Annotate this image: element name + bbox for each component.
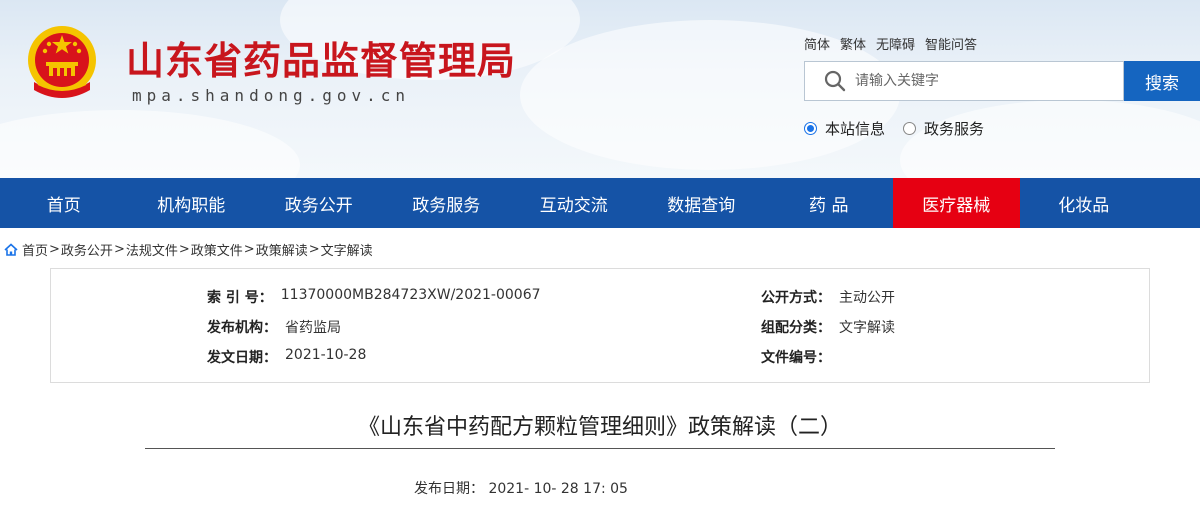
breadcrumb: 首页 > 政务公开 > 法规文件 > 政策文件 > 政策解读 > 文字解读: [4, 240, 373, 259]
nav-drugs[interactable]: 药 品: [765, 178, 893, 228]
nav-interaction[interactable]: 互动交流: [510, 178, 638, 228]
site-header: 山东省药品监督管理局 mpa.shandong.gov.cn 简体 繁体 无障碍…: [0, 0, 1200, 178]
radio-checked-icon: [804, 122, 817, 135]
home-icon: [4, 243, 18, 256]
meta-category-value: 文字解读: [839, 320, 895, 336]
site-domain: mpa.shandong.gov.cn: [132, 86, 411, 105]
header-cloud: [0, 110, 300, 178]
search-scope: 本站信息 政务服务: [804, 118, 984, 139]
meta-doc-no-label: 文件编号：: [761, 350, 831, 366]
breadcrumb-regulations[interactable]: 法规文件: [126, 240, 178, 259]
nav-gov-services[interactable]: 政务服务: [383, 178, 511, 228]
title-divider: [145, 448, 1055, 449]
meta-category-row: 组配分类： 文字解读: [761, 317, 895, 337]
smart-qa-link[interactable]: 智能问答: [925, 34, 977, 53]
meta-issue-date-row: 发文日期： 2021-10-28: [207, 347, 366, 367]
main-nav: 首页 机构职能 政务公开 政务服务 互动交流 数据查询 药 品 医疗器械 化妆品: [0, 178, 1200, 228]
meta-index-label: 索 引 号：: [207, 290, 273, 306]
site-title[interactable]: 山东省药品监督管理局: [126, 30, 516, 85]
scope-site-info-radio[interactable]: 本站信息: [804, 118, 885, 139]
national-emblem-icon: [28, 26, 96, 98]
document-meta-box: 索 引 号： 11370000MB284723XW/2021-00067 发布机…: [50, 268, 1150, 383]
search-input[interactable]: [855, 63, 1115, 99]
meta-disclosure-label: 公开方式：: [761, 290, 831, 306]
breadcrumb-separator: >: [49, 242, 60, 257]
article-title: 《山东省中药配方颗粒管理细则》政策解读（二）: [357, 415, 842, 440]
nav-gov-affairs-public[interactable]: 政务公开: [255, 178, 383, 228]
breadcrumb-separator: >: [113, 242, 125, 257]
accessibility-link[interactable]: 无障碍: [876, 34, 915, 53]
breadcrumb-policy-docs[interactable]: 政策文件: [191, 240, 243, 259]
header-cloud: [900, 100, 1200, 178]
breadcrumb-separator: >: [308, 242, 320, 257]
search-icon: [824, 70, 846, 92]
scope-gov-service-label: 政务服务: [924, 120, 985, 138]
nav-medical-devices[interactable]: 医疗器械: [892, 178, 1020, 228]
breadcrumb-gov-affairs-public[interactable]: 政务公开: [61, 240, 113, 259]
nav-home[interactable]: 首页: [0, 178, 128, 228]
top-links: 简体 繁体 无障碍 智能问答: [804, 34, 977, 53]
meta-publisher-value: 省药监局: [285, 320, 341, 336]
radio-unchecked-icon: [903, 122, 917, 135]
scope-site-info-label: 本站信息: [825, 120, 886, 138]
nav-cosmetics[interactable]: 化妆品: [1020, 178, 1148, 228]
breadcrumb-text-interpretation[interactable]: 文字解读: [321, 240, 373, 259]
meta-publisher-row: 发布机构： 省药监局: [207, 317, 341, 337]
meta-publisher-label: 发布机构：: [207, 320, 277, 336]
breadcrumb-home[interactable]: 首页: [22, 240, 48, 259]
publish-date-label: 发布日期：: [414, 481, 484, 497]
search-box: [804, 61, 1124, 101]
simplified-chinese-link[interactable]: 简体: [804, 34, 830, 53]
breadcrumb-policy-interpretation[interactable]: 政策解读: [256, 240, 308, 259]
nav-data-query[interactable]: 数据查询: [638, 178, 766, 228]
scope-gov-service-radio[interactable]: 政务服务: [903, 118, 984, 139]
breadcrumb-separator: >: [243, 242, 255, 257]
meta-doc-no-row: 文件编号：: [761, 347, 839, 367]
traditional-chinese-link[interactable]: 繁体: [840, 34, 866, 53]
nav-organization[interactable]: 机构职能: [128, 178, 256, 228]
breadcrumb-separator: >: [178, 242, 190, 257]
meta-category-label: 组配分类：: [761, 320, 831, 336]
meta-index-value: 11370000MB284723XW/2021-00067: [280, 287, 541, 303]
meta-disclosure-row: 公开方式： 主动公开: [761, 287, 895, 307]
publish-date-value: 2021- 10- 28 17: 05: [488, 481, 628, 497]
meta-disclosure-value: 主动公开: [839, 290, 895, 306]
meta-issue-date-value: 2021-10-28: [285, 347, 367, 363]
search-button[interactable]: 搜索: [1124, 61, 1200, 101]
meta-issue-date-label: 发文日期：: [207, 350, 277, 366]
meta-index-row: 索 引 号： 11370000MB284723XW/2021-00067: [207, 287, 541, 307]
publish-date: 发布日期： 2021- 10- 28 17: 05: [414, 478, 628, 498]
